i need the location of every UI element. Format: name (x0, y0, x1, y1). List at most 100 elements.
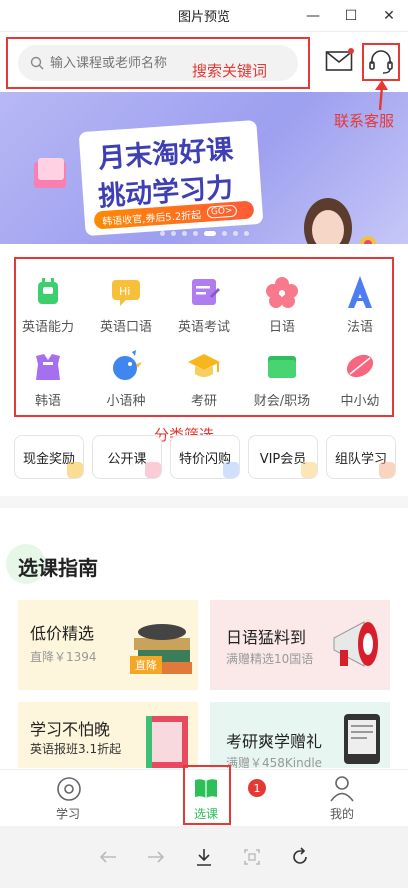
window-title: 图片预览 (177, 10, 230, 25)
category-k12[interactable]: 中小幼 (322, 342, 398, 412)
headset-icon[interactable] (364, 45, 398, 79)
search-annotation: 搜索关键词 (192, 62, 268, 80)
guide-tile-sub: 直降￥1394 (30, 650, 97, 664)
category-french[interactable]: 法语 (322, 268, 398, 338)
category-english-exam[interactable]: 英语考试 (166, 268, 242, 338)
tab-study[interactable]: 学习 (28, 770, 108, 824)
category-label: 财会/职场 (253, 394, 311, 409)
category-label: 法语 (346, 320, 373, 335)
disc-icon (57, 777, 81, 801)
quick-link-deco-icon (379, 462, 395, 478)
back-arrow-icon[interactable] (97, 846, 119, 868)
quick-link-cash-reward[interactable]: 现金奖励 (14, 435, 84, 479)
guide-tile-never-late[interactable]: 学习不怕晚 英语报班3.1折起 (18, 702, 198, 768)
close-icon[interactable]: ✕ (370, 0, 408, 32)
guide-title: 选课指南 (18, 556, 98, 580)
kindle-icon (344, 714, 380, 764)
guide-tile-name: 学习不怕晚 (30, 720, 111, 739)
tab-mine[interactable]: 我的 (302, 770, 382, 824)
banner-promo-cta: GO> (206, 204, 237, 219)
guide-tile-japanese[interactable]: 日语猛料到 满赠精选10国语 (210, 600, 390, 690)
guide-tile-low-price[interactable]: 低价精选 直降￥1394 直降 (18, 600, 198, 690)
category-english-speaking[interactable]: Hi 英语口语 (88, 268, 164, 338)
guide-tile-name: 日语猛料到 (226, 628, 307, 647)
guide-tile-sub: 英语报班3.1折起 (30, 742, 122, 756)
category-minor-languages[interactable]: 小语种 (88, 342, 164, 412)
category-label: 考研 (190, 394, 217, 409)
forward-arrow-icon[interactable] (145, 846, 167, 868)
quick-link-group-study[interactable]: 组队学习 (326, 435, 396, 479)
guide-tile-name: 考研爽学赠礼 (226, 732, 323, 751)
quick-link-flash-sale[interactable]: 特价闪购 (170, 435, 240, 479)
megaphone-icon (333, 621, 378, 667)
pagination-dot (160, 231, 165, 236)
image-viewer-toolbar (0, 826, 408, 888)
window-titlebar: 图片预览 — ☐ ✕ (0, 0, 408, 32)
quick-link-deco-icon (67, 462, 83, 478)
mail-icon[interactable] (325, 47, 355, 73)
folder-icon (268, 356, 296, 378)
tab-label: 我的 (329, 807, 354, 821)
quick-link-deco-icon (145, 462, 161, 478)
category-label: 韩语 (34, 394, 61, 409)
category-label: 小语种 (106, 394, 146, 409)
maximize-icon[interactable]: ☐ (332, 0, 370, 32)
minimize-icon[interactable]: — (294, 0, 332, 32)
category-english-skills[interactable]: 英语能力 (10, 268, 86, 338)
leaf-icon (346, 354, 374, 378)
bird-icon (113, 350, 142, 380)
quick-link-vip[interactable]: VIP会员 (248, 435, 318, 479)
category-japanese[interactable]: 日语 (244, 268, 320, 338)
guide-tile-sub: 满赠精选10国语 (226, 652, 314, 666)
search-icon (30, 56, 44, 70)
pagination-dot (222, 231, 227, 236)
quick-link-label: VIP会员 (259, 451, 307, 467)
hanbok-icon (36, 354, 60, 380)
pagination-dot (244, 231, 249, 236)
pagination-dot (171, 231, 176, 236)
notification-badge: 1 (248, 779, 266, 797)
book-icon (34, 158, 66, 188)
teacher-photo (304, 198, 376, 244)
category-label: 英语口语 (99, 320, 152, 335)
window-controls: — ☐ ✕ (294, 0, 408, 32)
category-label: 日语 (268, 320, 295, 335)
quick-link-label: 公开课 (107, 451, 147, 467)
rotate-icon[interactable] (289, 846, 311, 868)
category-label: 中小幼 (340, 394, 380, 409)
graduation-cap-icon (188, 354, 220, 377)
quick-link-deco-icon (301, 462, 317, 478)
category-label: 英语考试 (177, 320, 230, 335)
tab-label: 学习 (55, 807, 80, 821)
guide-tile-sub: 满赠￥458Kindle (226, 756, 323, 768)
category-finance-career[interactable]: 财会/职场 (244, 342, 320, 412)
quick-link-open-class[interactable]: 公开课 (92, 435, 162, 479)
guide-tile-name: 低价精选 (30, 624, 95, 643)
service-annotation: 联系客服 (334, 112, 395, 130)
eiffel-tower-icon (348, 276, 372, 308)
sakura-icon (266, 277, 298, 308)
robot-icon (38, 278, 58, 304)
crop-icon[interactable] (241, 846, 263, 868)
guide-tile-tag: 直降 (130, 656, 162, 674)
book-stack-icon (146, 716, 188, 768)
category-korean[interactable]: 韩语 (10, 342, 86, 412)
svg-text:Hi: Hi (119, 285, 130, 298)
guide-tile-postgraduate-gift[interactable]: 考研爽学赠礼 满赠￥458Kindle (210, 702, 390, 768)
category-label: 英语能力 (21, 320, 74, 335)
pagination-dot-active (204, 231, 216, 236)
service-highlight-frame (362, 43, 400, 81)
banner-pagination (160, 231, 249, 236)
pagination-dot (233, 231, 238, 236)
category-postgraduate[interactable]: 考研 (166, 342, 242, 412)
tab-highlight-frame (183, 765, 231, 825)
download-icon[interactable] (193, 846, 215, 868)
annotation-arrow (375, 80, 388, 111)
pagination-dot (182, 231, 187, 236)
section-divider (0, 496, 408, 508)
person-icon (330, 776, 354, 802)
speech-bubble-icon: Hi (112, 280, 140, 306)
pagination-dot (193, 231, 198, 236)
exam-paper-icon (192, 279, 220, 305)
quick-link-deco-icon (223, 462, 239, 478)
